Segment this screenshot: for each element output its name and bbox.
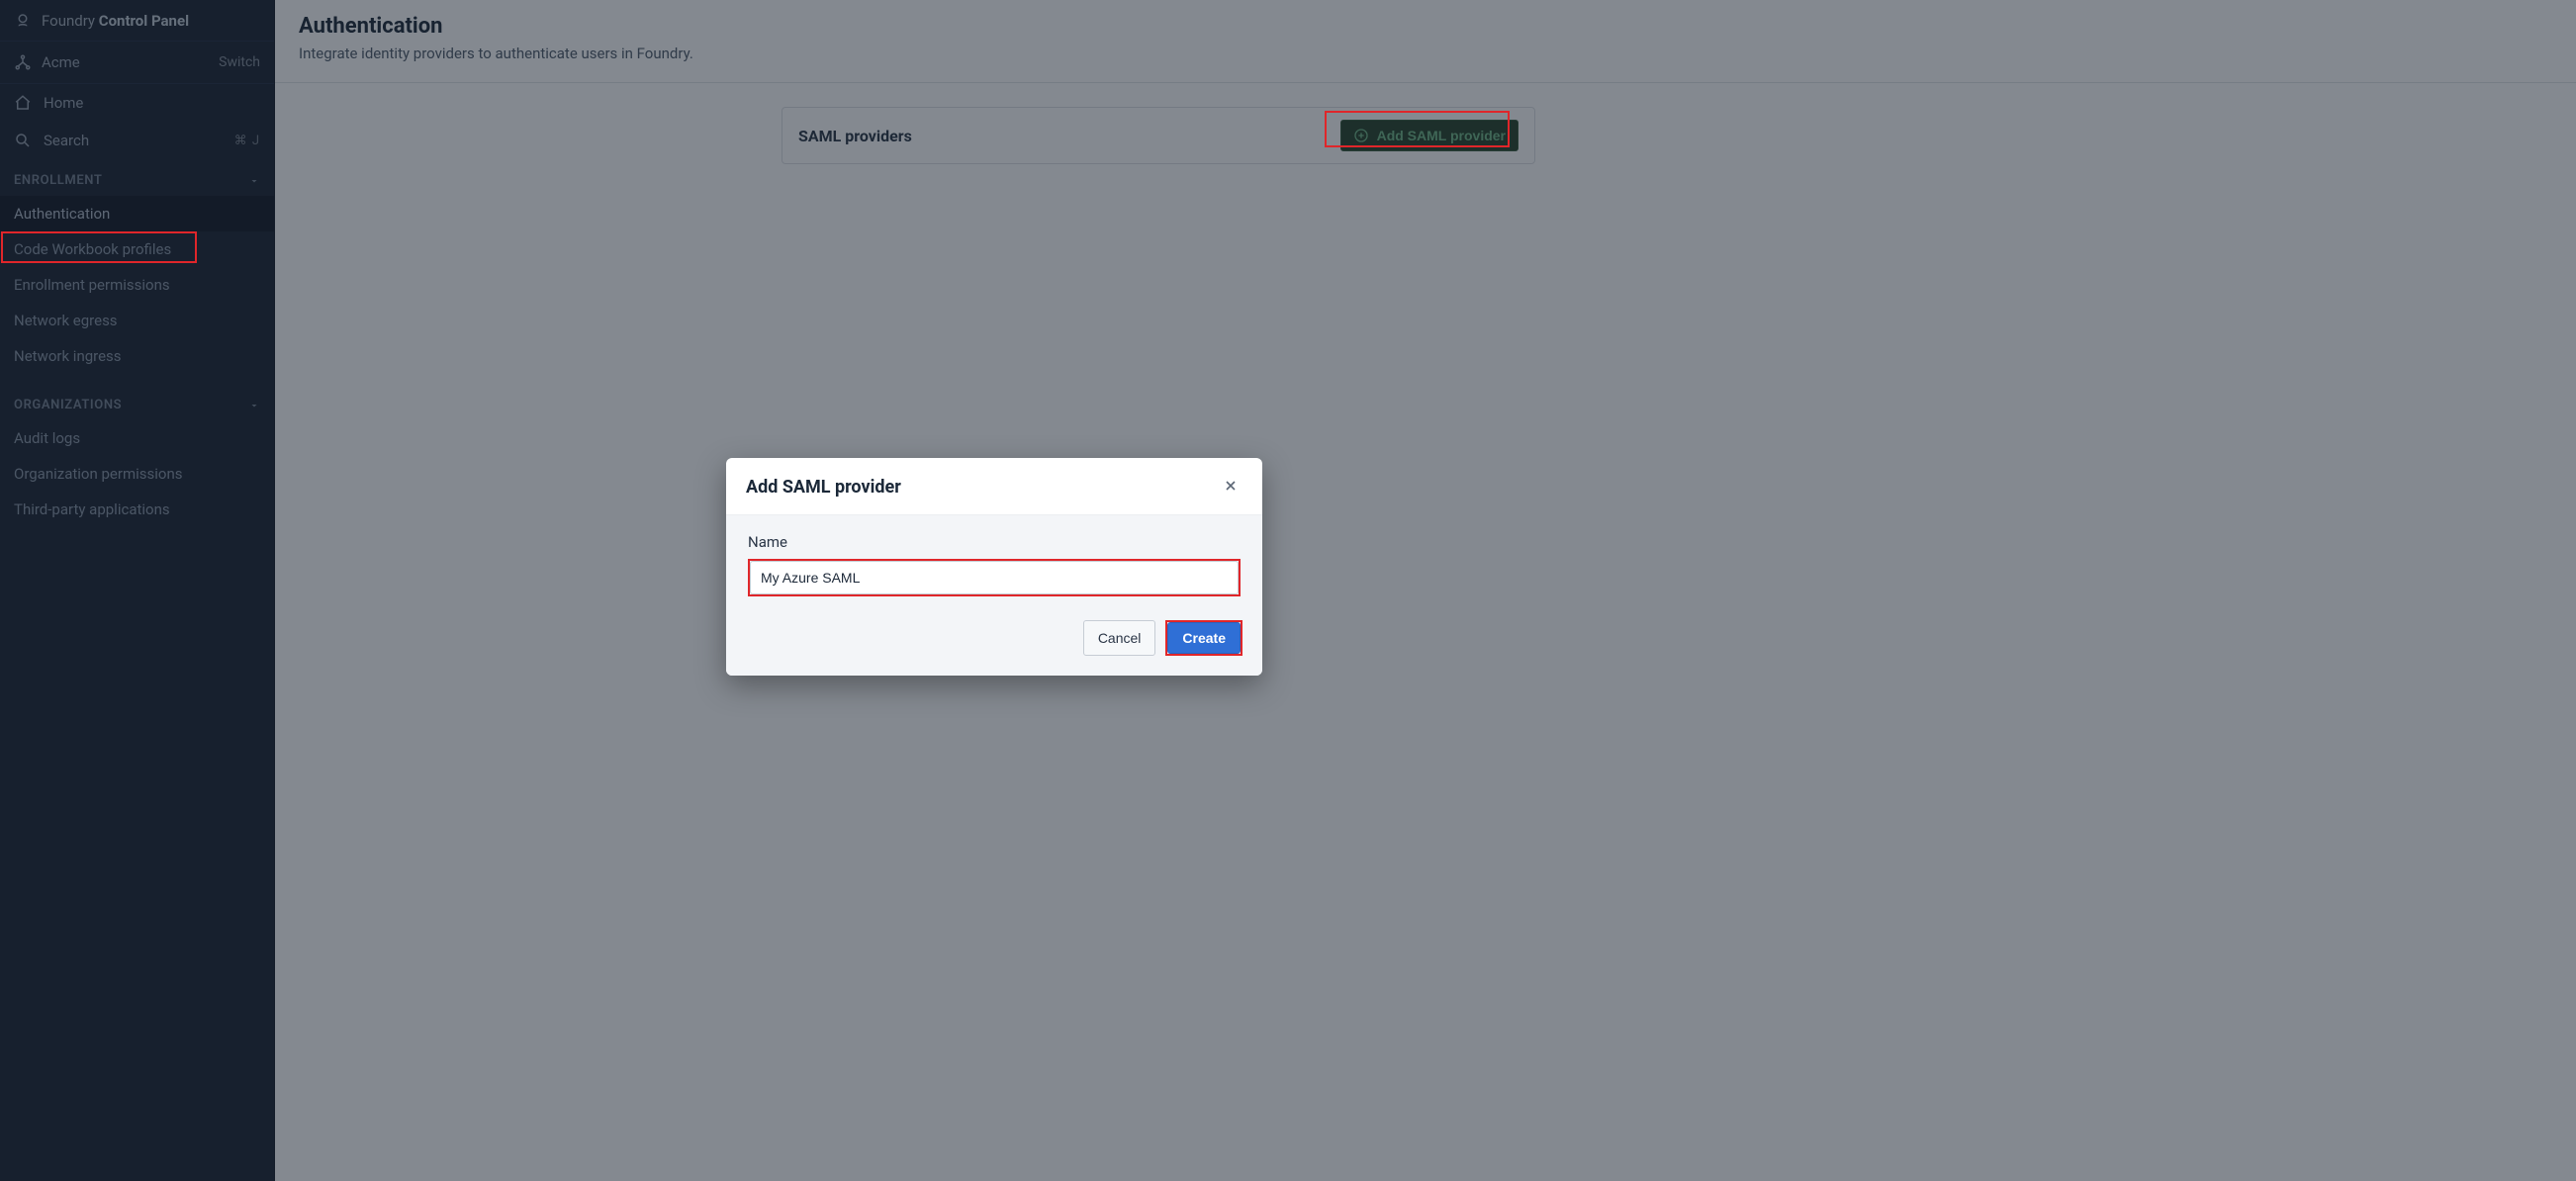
cancel-button-label: Cancel [1098, 630, 1142, 646]
modal-header: Add SAML provider [726, 458, 1262, 515]
app-root: Foundry Control Panel Acme Switch [0, 0, 2576, 1181]
search-shortcut: ⌘ J [234, 134, 260, 148]
home-label: Home [44, 94, 83, 112]
sidebar-item-label: Organization permissions [14, 465, 182, 483]
org-row[interactable]: Acme Switch [0, 41, 274, 84]
sidebar-item-label: Network egress [14, 312, 118, 329]
org-switch-link[interactable]: Switch [219, 54, 260, 70]
sidebar-item-label: Network ingress [14, 347, 122, 365]
add-saml-provider-button[interactable]: Add SAML provider [1340, 120, 1518, 151]
main: Authentication Integrate identity provid… [275, 0, 2576, 1181]
org-name: Acme [42, 53, 80, 71]
brand-row[interactable]: Foundry Control Panel [0, 0, 274, 41]
org-graph-icon [14, 53, 32, 71]
saml-providers-title: SAML providers [798, 127, 912, 145]
brand-prefix: Foundry [42, 12, 99, 30]
page-body: SAML providers Add SAML provider [275, 83, 2576, 1181]
sidebar-item-label: Enrollment permissions [14, 276, 170, 294]
sidebar-item-label: Code Workbook profiles [14, 240, 171, 258]
highlight-create-button: Create [1165, 620, 1242, 656]
modal-close-button[interactable] [1219, 474, 1242, 500]
sidebar-item-network-egress[interactable]: Network egress [0, 303, 274, 338]
create-button[interactable]: Create [1167, 622, 1241, 654]
brand-bold: Control Panel [99, 12, 189, 30]
foundry-logo-icon [14, 12, 32, 30]
home-icon [14, 94, 32, 112]
chevron-down-icon [248, 400, 260, 411]
search-label: Search [44, 132, 89, 149]
modal-body: Name [726, 515, 1262, 606]
sidebar-item-label: Audit logs [14, 429, 80, 447]
saml-providers-card: SAML providers Add SAML provider [782, 107, 1535, 164]
plus-circle-icon [1353, 128, 1369, 143]
sidebar-item-audit-logs[interactable]: Audit logs [0, 420, 274, 456]
sidebar-item-home[interactable]: Home [0, 84, 274, 122]
page-subtitle: Integrate identity providers to authenti… [299, 45, 2552, 62]
chevron-down-icon [248, 175, 260, 187]
section-header-enrollment[interactable]: ENROLLMENT [0, 159, 274, 196]
sidebar-item-code-workbook-profiles[interactable]: Code Workbook profiles [0, 231, 274, 267]
sidebar-item-label: Third-party applications [14, 500, 170, 518]
section-header-organizations[interactable]: ORGANIZATIONS [0, 374, 274, 420]
page-title: Authentication [299, 14, 2552, 39]
sidebar-item-authentication[interactable]: Authentication [0, 196, 274, 231]
section-header-organizations-label: ORGANIZATIONS [14, 398, 122, 412]
sidebar: Foundry Control Panel Acme Switch [0, 0, 275, 1181]
close-icon [1223, 478, 1239, 498]
sidebar-item-label: Authentication [14, 205, 110, 223]
add-saml-provider-modal: Add SAML provider Name Cancel Create [726, 458, 1262, 676]
add-saml-provider-label: Add SAML provider [1377, 128, 1506, 143]
name-input[interactable] [750, 561, 1239, 594]
sidebar-item-enrollment-permissions[interactable]: Enrollment permissions [0, 267, 274, 303]
name-field-label: Name [748, 533, 1241, 551]
modal-footer: Cancel Create [726, 606, 1262, 676]
sidebar-item-organization-permissions[interactable]: Organization permissions [0, 456, 274, 492]
brand-text: Foundry Control Panel [42, 12, 189, 30]
sidebar-item-network-ingress[interactable]: Network ingress [0, 338, 274, 374]
create-button-label: Create [1182, 630, 1226, 646]
modal-title: Add SAML provider [746, 477, 901, 498]
cancel-button[interactable]: Cancel [1083, 620, 1156, 656]
highlight-name-input [748, 559, 1241, 596]
page-header: Authentication Integrate identity provid… [275, 0, 2576, 83]
sidebar-item-third-party-applications[interactable]: Third-party applications [0, 492, 274, 527]
section-header-enrollment-label: ENROLLMENT [14, 173, 103, 188]
search-icon [14, 132, 32, 149]
sidebar-item-search[interactable]: Search ⌘ J [0, 122, 274, 159]
